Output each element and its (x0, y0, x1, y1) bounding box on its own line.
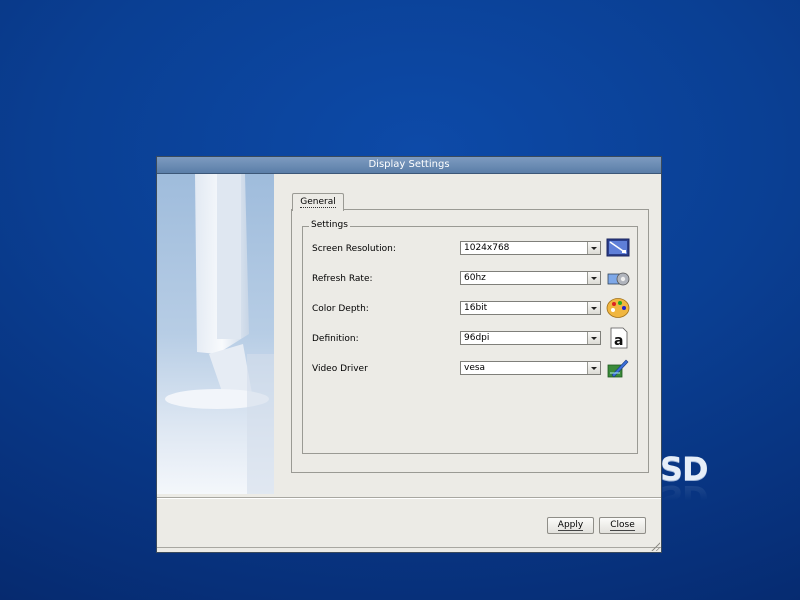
resize-grip-icon[interactable] (650, 541, 660, 551)
settings-groupbox: Settings Screen Resolution: 1024x768 Ref… (302, 220, 638, 454)
general-tab-panel: Settings Screen Resolution: 1024x768 Ref… (291, 209, 649, 473)
definition-label: Definition: (312, 334, 359, 344)
tab-general-label: General (300, 197, 336, 208)
definition-value: 96dpi (464, 333, 490, 343)
video-driver-value: vesa (464, 363, 486, 373)
status-bar (157, 547, 661, 552)
refresh-rate-value: 60hz (464, 273, 486, 283)
apply-button[interactable]: Apply (547, 517, 594, 534)
palette-icon (606, 298, 630, 318)
refresh-rate-select[interactable]: 60hz (460, 271, 601, 285)
monitor-icon (606, 238, 630, 257)
screen-resolution-value: 1024x768 (464, 243, 510, 253)
chevron-down-icon[interactable] (587, 302, 600, 314)
refresh-gear-icon (607, 272, 630, 286)
definition-select[interactable]: 96dpi (460, 331, 601, 345)
settings-group-title: Settings (309, 220, 350, 230)
color-depth-select[interactable]: 16bit (460, 301, 601, 315)
close-button-label: Close (610, 520, 635, 531)
chevron-down-icon[interactable] (587, 362, 600, 374)
font-letter-icon: a (610, 327, 628, 349)
chevron-down-icon[interactable] (587, 242, 600, 254)
monitor-side-image (157, 174, 274, 494)
chevron-down-icon[interactable] (587, 332, 600, 344)
svg-text:a: a (614, 333, 623, 349)
chevron-down-icon[interactable] (587, 272, 600, 284)
apply-button-label: Apply (557, 520, 584, 531)
tab-general[interactable]: General (292, 193, 344, 211)
screen-resolution-label: Screen Resolution: (312, 244, 396, 254)
display-settings-window: Display Settings General Settings Screen… (156, 156, 662, 553)
video-driver-label: Video Driver (312, 364, 368, 374)
video-driver-select[interactable]: vesa (460, 361, 601, 375)
window-title[interactable]: Display Settings (157, 157, 661, 174)
driver-pencil-icon (607, 359, 629, 378)
screen-resolution-select[interactable]: 1024x768 (460, 241, 601, 255)
refresh-rate-label: Refresh Rate: (312, 274, 373, 284)
color-depth-value: 16bit (464, 303, 488, 313)
close-button[interactable]: Close (599, 517, 646, 534)
color-depth-label: Color Depth: (312, 304, 369, 314)
desktop-logo-reflection: SD (660, 478, 708, 516)
button-separator (157, 497, 661, 499)
